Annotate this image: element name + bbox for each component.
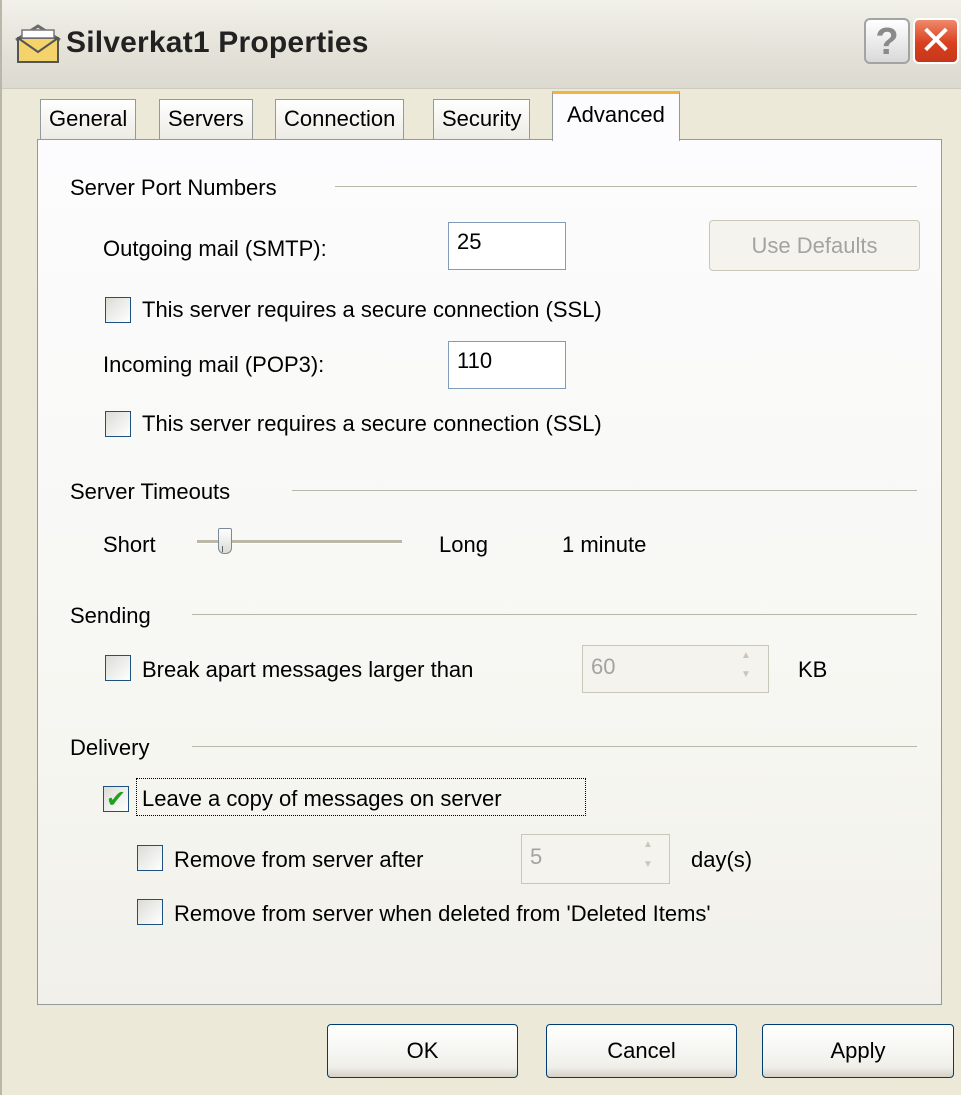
group-label-sending: Sending (70, 603, 151, 628)
timeout-slider-thumb[interactable] (218, 528, 232, 554)
help-icon[interactable]: ? (864, 18, 910, 64)
message-size-spinner[interactable]: 60 ▲ ▼ (582, 645, 769, 693)
group-divider (292, 490, 917, 491)
slider-tick (222, 546, 223, 552)
incoming-mail-label: Incoming mail (POP3): (103, 352, 325, 377)
size-spin-buttons[interactable]: ▲ ▼ (728, 650, 764, 688)
outgoing-ssl-checkbox[interactable] (105, 297, 131, 323)
outgoing-port-input[interactable]: 25 (448, 222, 566, 270)
group-divider (335, 186, 917, 187)
spin-down-icon[interactable]: ▼ (631, 859, 665, 879)
group-label-port-numbers: Server Port Numbers (70, 175, 277, 200)
group-label-delivery: Delivery (70, 735, 150, 760)
days-spin-buttons[interactable]: ▲ ▼ (631, 839, 665, 879)
spin-up-icon[interactable]: ▲ (631, 839, 665, 859)
timeout-long-label: Long (439, 532, 488, 557)
days-unit-label: day(s) (691, 847, 753, 872)
checkmark-icon: ✔ (106, 785, 127, 813)
message-size-unit: KB (798, 657, 828, 682)
group-divider (192, 614, 917, 615)
window-title: Silverkat1 Properties (66, 26, 369, 59)
tab-connection[interactable]: Connection (275, 99, 405, 139)
use-defaults-button[interactable]: Use Defaults (709, 220, 920, 271)
tab-general[interactable]: General (40, 99, 137, 139)
spin-down-icon[interactable]: ▼ (728, 669, 764, 688)
break-apart-checkbox[interactable] (105, 655, 131, 681)
incoming-ssl-checkbox[interactable] (105, 411, 131, 437)
cancel-button[interactable]: Cancel (546, 1024, 737, 1078)
break-apart-label: Break apart messages larger than (142, 657, 474, 682)
close-icon[interactable]: ✕ (913, 18, 959, 64)
incoming-port-input[interactable]: 110 (448, 341, 566, 389)
title-bar[interactable]: Silverkat1 Properties ? ✕ (2, 0, 961, 89)
remove-after-label: Remove from server after (174, 847, 424, 872)
tab-servers[interactable]: Servers (159, 99, 253, 139)
apply-button[interactable]: Apply (762, 1024, 954, 1078)
days-spinner[interactable]: 5 ▲ ▼ (521, 834, 670, 884)
outgoing-ssl-label: This server requires a secure connection… (142, 297, 602, 322)
incoming-ssl-label: This server requires a secure connection… (142, 411, 602, 436)
spin-up-icon[interactable]: ▲ (728, 650, 764, 669)
ok-button[interactable]: OK (327, 1024, 518, 1078)
remove-after-checkbox[interactable] (137, 845, 163, 871)
envelope-stack-icon (15, 24, 61, 63)
remove-deleted-checkbox[interactable] (137, 899, 163, 925)
properties-dialog: Silverkat1 Properties ? ✕ General Server… (0, 0, 961, 1095)
leave-copy-label: Leave a copy of messages on server (142, 786, 502, 811)
days-value: 5 (530, 844, 543, 869)
timeout-value-text: 1 minute (562, 532, 647, 557)
group-divider (192, 746, 917, 747)
tab-advanced[interactable]: Advanced (552, 91, 680, 141)
timeout-short-label: Short (103, 532, 156, 557)
tab-security[interactable]: Security (433, 99, 531, 139)
group-label-server-timeouts: Server Timeouts (70, 479, 231, 504)
message-size-value: 60 (591, 654, 616, 679)
remove-deleted-label: Remove from server when deleted from 'De… (174, 901, 711, 926)
leave-copy-checkbox[interactable]: ✔ (103, 785, 129, 813)
outgoing-mail-label: Outgoing mail (SMTP): (103, 236, 327, 261)
